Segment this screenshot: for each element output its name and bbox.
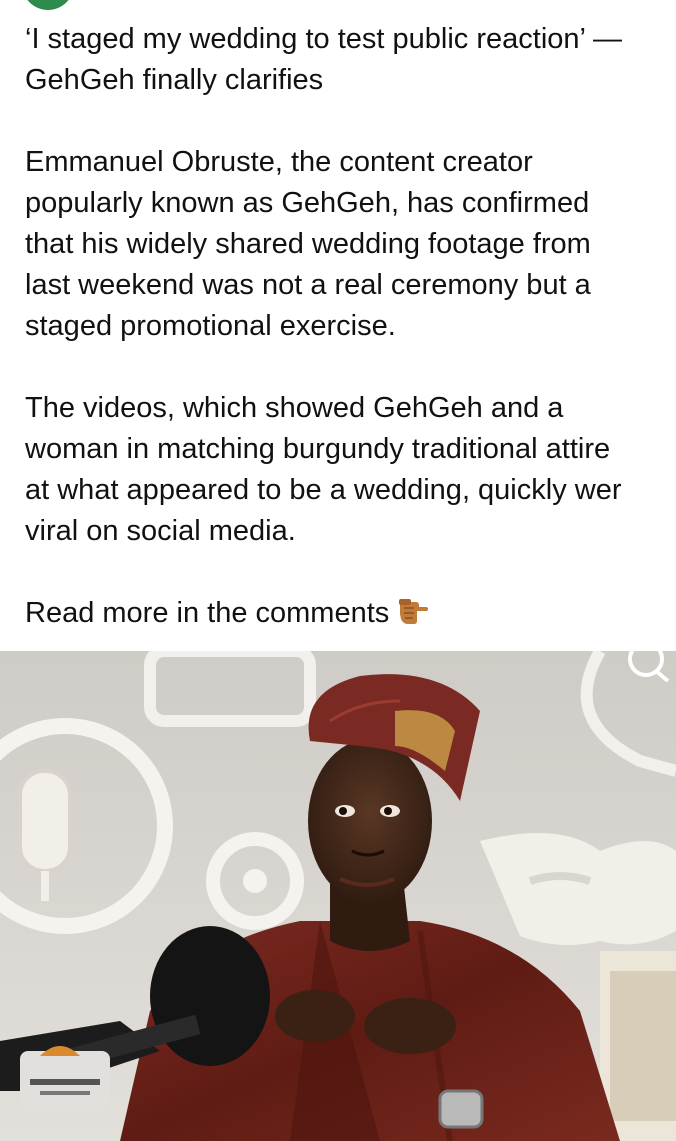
- paragraph-1-line-2: popularly known as GehGeh, has confirmed: [25, 187, 590, 219]
- post-photo[interactable]: [0, 651, 676, 1141]
- post-header: [0, 0, 676, 18]
- read-more-line[interactable]: Read more in the comments: [25, 593, 676, 634]
- paragraph-1-line-1: Emmanuel Obruste, the content creator: [25, 146, 533, 178]
- paragraph-2-line-3: at what appeared to be a wedding, quickl…: [25, 474, 622, 506]
- paragraph-2-line-1: The videos, which showed GehGeh and a: [25, 392, 564, 424]
- avatar[interactable]: [22, 0, 74, 10]
- headline-line-1: ‘I staged my wedding to test public reac…: [25, 23, 622, 55]
- post-body: ‘I staged my wedding to test public reac…: [25, 19, 676, 634]
- headline-line-2: GehGeh finally clarifies: [25, 64, 324, 96]
- paragraph-1-line-4: last weekend was not a real ceremony but…: [25, 269, 591, 301]
- paragraph-1-line-3: that his widely shared wedding footage f…: [25, 228, 591, 260]
- paragraph-2-line-2: woman in matching burgundy traditional a…: [25, 433, 611, 465]
- paragraph-1-line-5: staged promotional exercise.: [25, 310, 396, 342]
- backhand-index-pointing-right-icon: [397, 599, 429, 629]
- paragraph-2-line-4: viral on social media.: [25, 515, 296, 547]
- read-more-text: Read more in the comments: [25, 597, 390, 629]
